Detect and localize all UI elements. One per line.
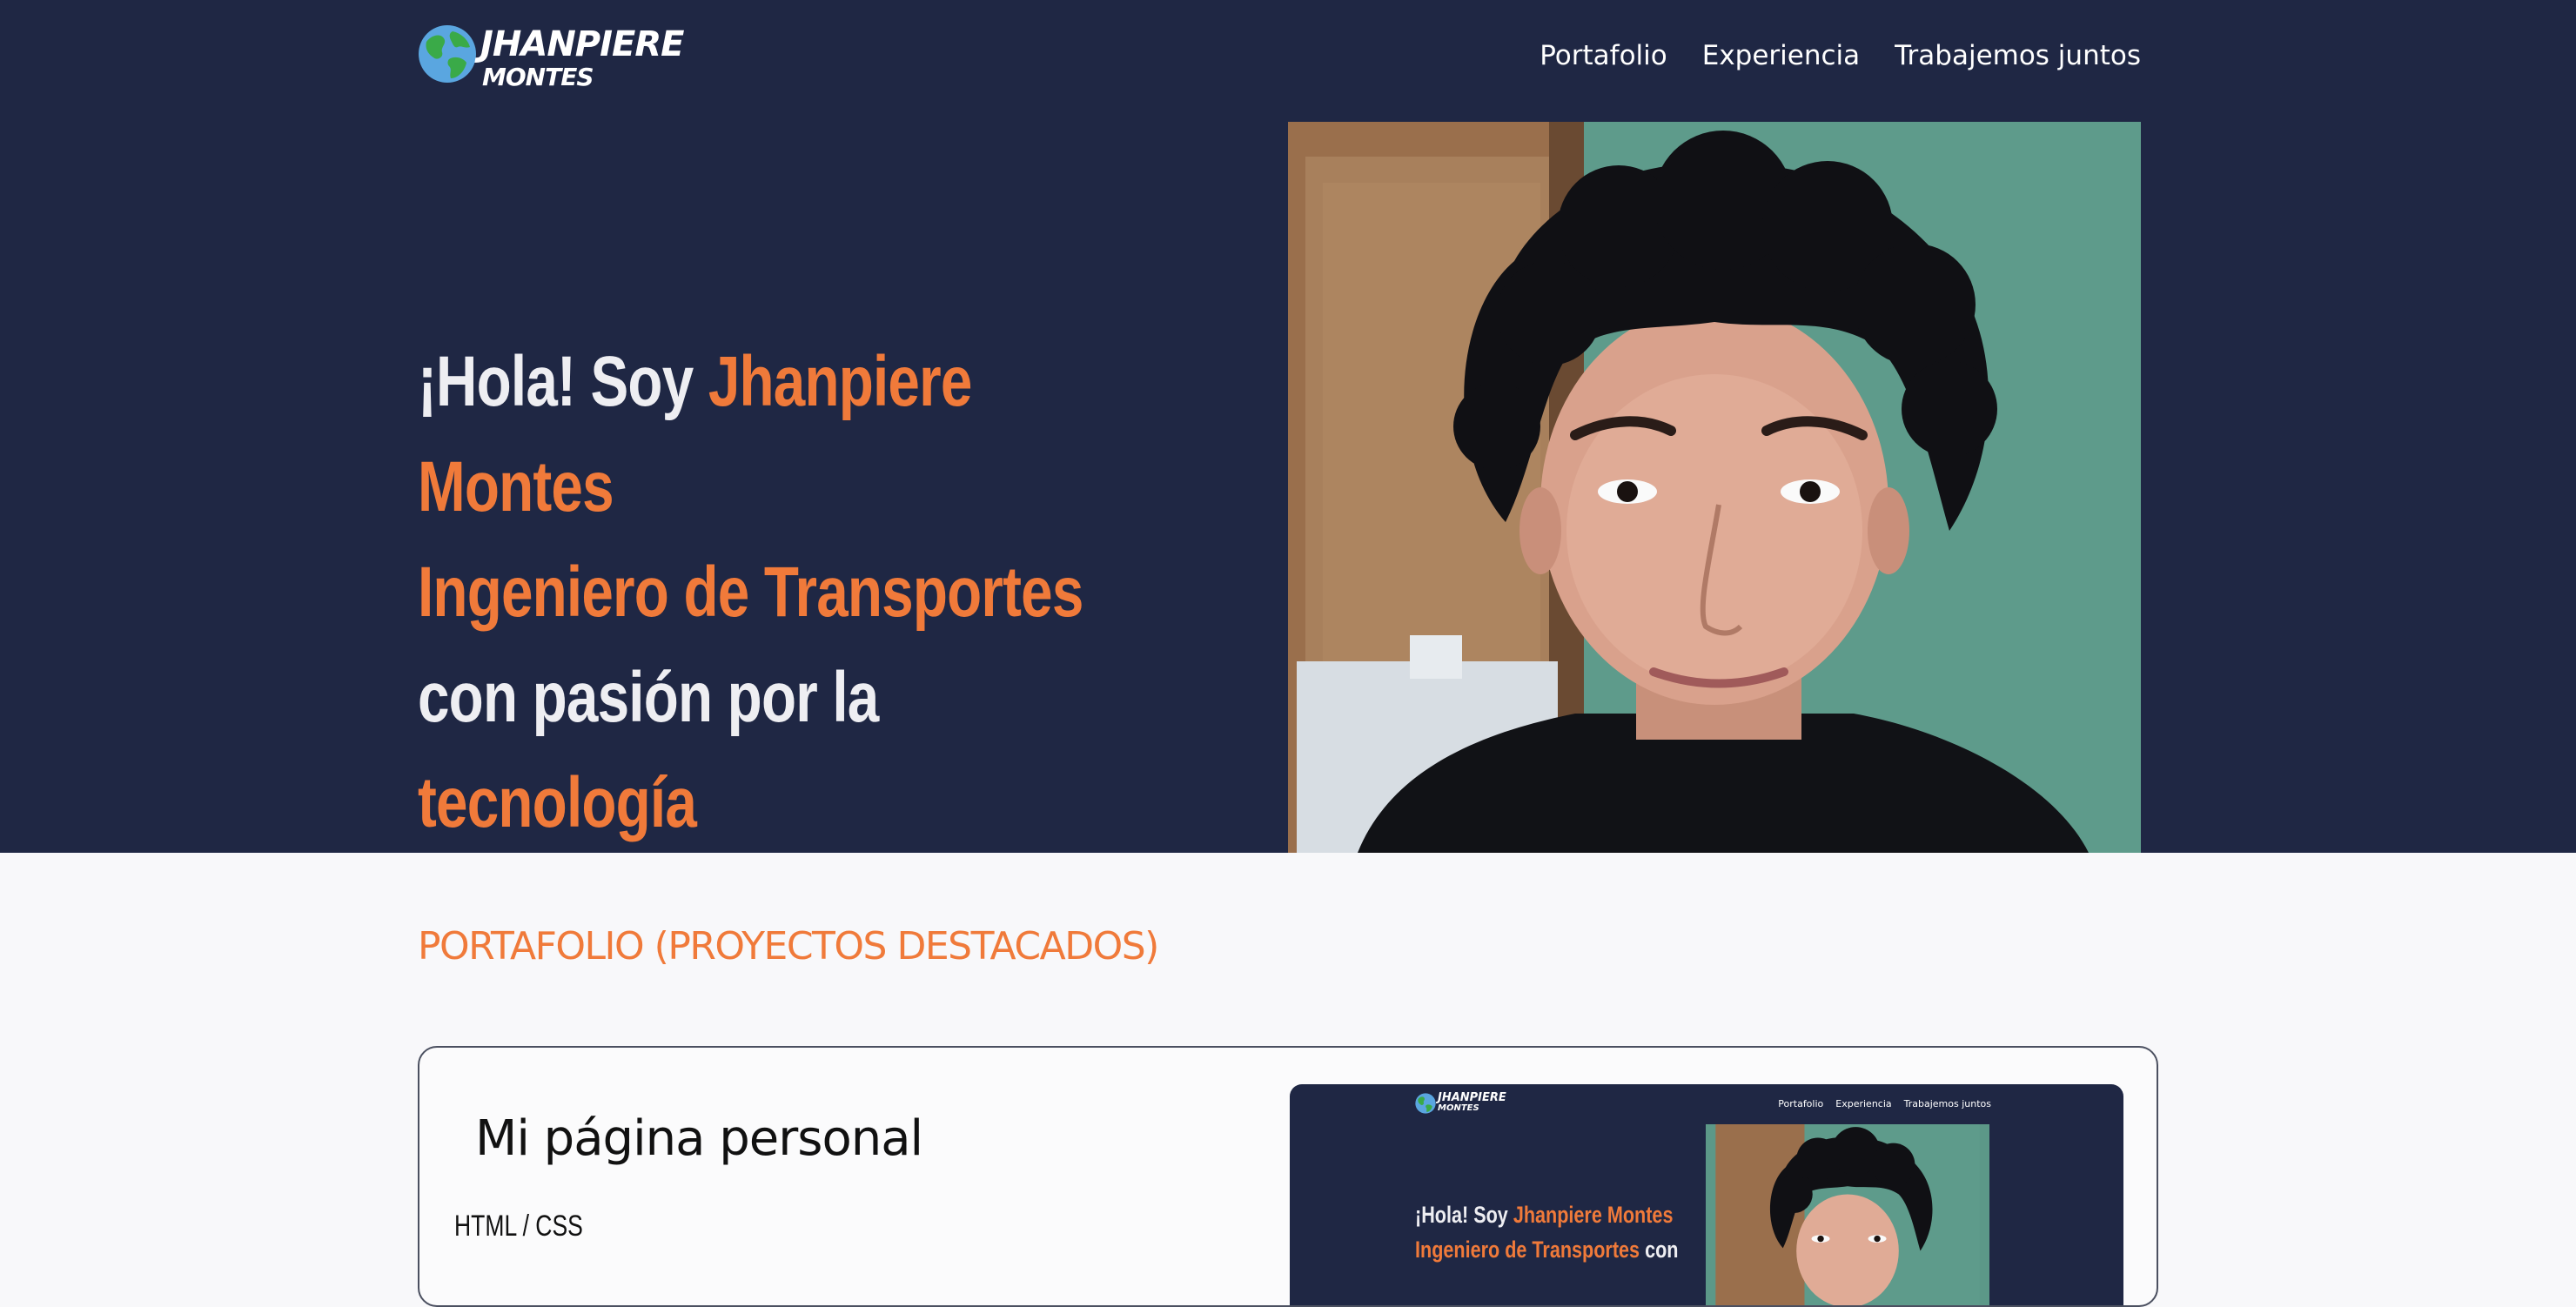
hero-section: JHANPIERE MONTES Portafolio Experiencia … [0, 0, 2576, 853]
preview-photo-illustration [1715, 1124, 1980, 1305]
project-card[interactable]: Mi página personal HTML / CSS JHANPIERE … [418, 1046, 2158, 1307]
nav-link-experiencia[interactable]: Experiencia [1702, 40, 1860, 71]
preview-profession: Ingeniero de Transportes [1415, 1237, 1640, 1263]
preview-logo-text-last: MONTES [1438, 1103, 1479, 1113]
profile-photo-illustration [1288, 122, 2141, 853]
hero-profession: Ingeniero de Transportes [418, 553, 1083, 632]
logo-text-last: MONTES [482, 63, 594, 91]
profile-photo [1288, 122, 2141, 853]
project-tech-stack: HTML / CSS [454, 1210, 583, 1243]
portfolio-section-title: PORTAFOLIO (PROYECTOS DESTACADOS) [418, 924, 1159, 969]
preview-nav: Portafolio Experiencia Trabajemos juntos [1778, 1098, 1991, 1109]
preview-connector: con [1640, 1237, 1679, 1263]
nav-link-portafolio[interactable]: Portafolio [1540, 40, 1667, 71]
project-preview-image[interactable]: JHANPIERE MONTES Portafolio Experiencia … [1290, 1084, 2123, 1305]
preview-nav-trabajemos: Trabajemos juntos [1903, 1098, 1991, 1109]
logo-text-first: JHANPIERE [480, 24, 684, 64]
preview-profile-photo [1706, 1124, 1989, 1305]
preview-name: Jhanpiere Montes [1513, 1202, 1674, 1228]
preview-nav-experiencia: Experiencia [1835, 1098, 1892, 1109]
hero-connector: con pasión por la [418, 658, 879, 737]
hero-heading: ¡Hola! Soy Jhanpiere Montes Ingeniero de … [418, 329, 1086, 855]
preview-logo: JHANPIERE MONTES [1415, 1091, 1511, 1117]
preview-logo-text-first: JHANPIERE [1438, 1091, 1506, 1104]
preview-greeting: ¡Hola! Soy [1415, 1202, 1513, 1228]
main-nav: Portafolio Experiencia Trabajemos juntos [1540, 40, 2141, 71]
preview-globe-icon [1415, 1093, 1436, 1114]
site-logo[interactable]: JHANPIERE MONTES [418, 24, 705, 91]
preview-heading: ¡Hola! Soy Jhanpiere Montes Ingeniero de … [1415, 1197, 1694, 1267]
nav-link-trabajemos-juntos[interactable]: Trabajemos juntos [1895, 40, 2141, 71]
globe-icon [419, 25, 476, 83]
hero-greeting: ¡Hola! Soy [418, 342, 708, 421]
project-title: Mi página personal [475, 1110, 923, 1167]
hero-interest: tecnología [418, 763, 697, 842]
preview-nav-portafolio: Portafolio [1778, 1098, 1824, 1109]
